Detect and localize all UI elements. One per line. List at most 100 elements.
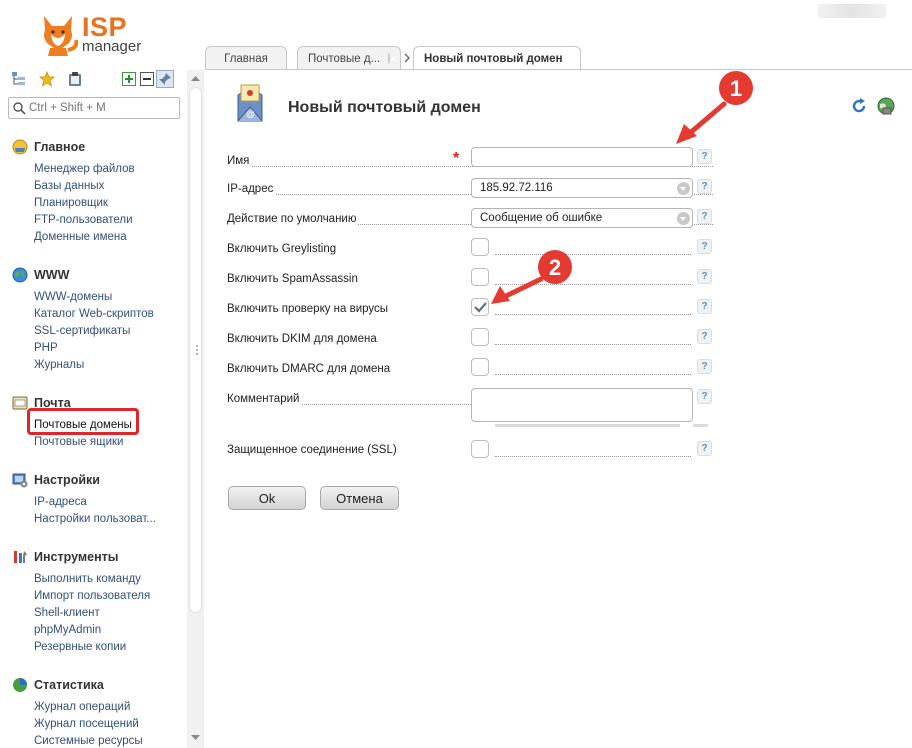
logo-product: manager (82, 38, 142, 55)
nav-item-scheduler[interactable]: Планировщик (34, 197, 108, 209)
name-input[interactable] (471, 147, 693, 167)
nav-group-title[interactable]: WWW (12, 266, 69, 284)
default-action-select[interactable]: Сообщение об ошибке (471, 208, 693, 228)
required-mark: * (453, 150, 460, 167)
help-icon[interactable]: ? (697, 269, 712, 284)
row-leader-dots (495, 284, 691, 285)
nav-item-file-manager[interactable]: Менеджер файлов (34, 163, 135, 175)
name-label: Имя (227, 155, 252, 167)
sidebar-toolbar (10, 70, 180, 90)
search-input[interactable] (29, 100, 177, 116)
page-title: Новый почтовый домен (288, 99, 481, 116)
nav-item-databases[interactable]: Базы данных (34, 180, 104, 192)
nav-item-ip-addresses[interactable]: IP-адреса (34, 496, 87, 508)
fox-logo-icon (44, 16, 78, 56)
close-tab-icon[interactable] (388, 53, 390, 64)
help-icon[interactable]: ? (697, 329, 712, 344)
tools-group-icon (14, 551, 27, 563)
antivirus-label: Включить проверку на вирусы (227, 303, 391, 315)
svg-text:@: @ (246, 109, 255, 119)
comment-label: Комментарий (227, 393, 302, 405)
menu-search[interactable] (8, 97, 180, 119)
help-icon[interactable]: ? (697, 299, 712, 314)
nav-item-php[interactable]: PHP (34, 342, 58, 354)
greylisting-checkbox[interactable] (471, 238, 489, 256)
nav-item-ftp-users[interactable]: FTP-пользователи (34, 214, 133, 226)
mail-domain-form-icon: @ (237, 84, 263, 122)
nav-item-ssl-certs[interactable]: SSL-сертификаты (34, 325, 130, 337)
nav-item-user-settings[interactable]: Настройки пользоват... (34, 513, 156, 525)
default-action-label: Действие по умолчанию (227, 213, 359, 225)
nav-item-run-command[interactable]: Выполнить команду (34, 573, 141, 585)
spamassassin-label: Включить SpamAssassin (227, 273, 360, 285)
help-icon[interactable]: ? (697, 389, 712, 404)
help-icon[interactable]: ? (697, 359, 712, 374)
checkmark-icon (474, 302, 487, 313)
field-row-spamassassin: Включить SpamAssassin (227, 268, 713, 292)
cancel-button[interactable]: Отмена (320, 486, 399, 510)
chevron-down-icon[interactable] (677, 182, 690, 195)
field-row-antivirus: Включить проверку на вирусы (227, 298, 713, 322)
sidebar: Главное Менеджер файлов Базы данных План… (0, 66, 205, 748)
nav-item-phpmyadmin[interactable]: phpMyAdmin (34, 624, 101, 636)
spamassassin-checkbox[interactable] (471, 268, 489, 286)
field-row-ssl: Защищенное соединение (SSL) (227, 439, 713, 463)
splitter-handle-icon[interactable] (195, 344, 199, 356)
default-action-value: Сообщение об ошибке (480, 212, 603, 224)
antivirus-checkbox[interactable] (471, 298, 489, 316)
ip-select[interactable]: 185.92.72.116 (471, 178, 693, 198)
main-group-icon (12, 139, 28, 155)
comment-textarea[interactable] (471, 388, 693, 422)
nav-item-shell-client[interactable]: Shell-клиент (34, 607, 100, 619)
chevron-down-icon[interactable] (677, 212, 690, 225)
search-icon (13, 102, 26, 115)
scroll-up-icon[interactable] (190, 74, 201, 82)
nav-group-title[interactable]: Главное (12, 138, 85, 156)
textarea-resize-handle[interactable] (693, 424, 708, 427)
user-info-blurred (818, 4, 886, 18)
help-icon[interactable]: ? (697, 441, 712, 456)
nav-item-system-resources[interactable]: Системные ресурсы (34, 735, 143, 747)
nav-item-www-domains[interactable]: WWW-домены (34, 291, 112, 303)
nav-item-visits-log[interactable]: Журнал посещений (34, 718, 139, 730)
help-globe-icon[interactable] (877, 97, 895, 115)
row-leader-dots (495, 344, 691, 345)
nav-item-mailboxes[interactable]: Почтовые ящики (34, 436, 123, 448)
help-icon[interactable]: ? (697, 209, 712, 224)
nav-item-web-scripts[interactable]: Каталог Web-скриптов (34, 308, 154, 320)
form-panel: @ Новый почтовый домен Имя * ? IP-адрес … (205, 70, 912, 748)
nav-item-backups[interactable]: Резервные копии (34, 641, 126, 653)
tab-home[interactable]: Главная (205, 46, 287, 70)
nav-item-user-import[interactable]: Импорт пользователя (34, 590, 150, 602)
scroll-down-icon[interactable] (190, 734, 201, 742)
nav-group-title[interactable]: Статистика (12, 676, 104, 694)
nav-item-operations-log[interactable]: Журнал операций (34, 701, 130, 713)
ssl-label: Защищенное соединение (SSL) (227, 444, 399, 456)
refresh-icon[interactable] (851, 98, 867, 114)
dkim-label: Включить DKIM для домена (227, 333, 379, 345)
nav-item-logs[interactable]: Журналы (34, 359, 84, 371)
nav-group-title[interactable]: Инструменты (12, 548, 118, 566)
help-icon[interactable]: ? (697, 179, 712, 194)
dmarc-checkbox[interactable] (471, 358, 489, 376)
clipboard-icon[interactable] (66, 70, 84, 88)
pin-icon[interactable] (156, 70, 174, 88)
field-row-dmarc: Включить DMARC для домена (227, 358, 713, 382)
ssl-checkbox[interactable] (471, 440, 489, 458)
row-leader-dots (495, 374, 691, 375)
textarea-resize-bar[interactable] (495, 424, 680, 427)
nav-item-domain-names[interactable]: Доменные имена (34, 231, 127, 243)
dkim-checkbox[interactable] (471, 328, 489, 346)
help-icon[interactable]: ? (697, 239, 712, 254)
ok-button[interactable]: Ok (228, 486, 306, 510)
favorites-star-icon[interactable] (38, 70, 56, 88)
breadcrumb-chevron-icon (404, 53, 410, 63)
tab-mail-domains[interactable]: Почтовые д... (297, 46, 401, 70)
nav-group-title[interactable]: Настройки (12, 471, 100, 489)
collapse-all-icon[interactable] (138, 70, 156, 88)
menu-tree-icon[interactable] (10, 70, 28, 88)
globe-group-icon (12, 267, 28, 283)
expand-all-icon[interactable] (120, 70, 138, 88)
help-icon[interactable]: ? (697, 149, 712, 164)
tab-new-mail-domain[interactable]: Новый почтовый домен (413, 46, 581, 71)
